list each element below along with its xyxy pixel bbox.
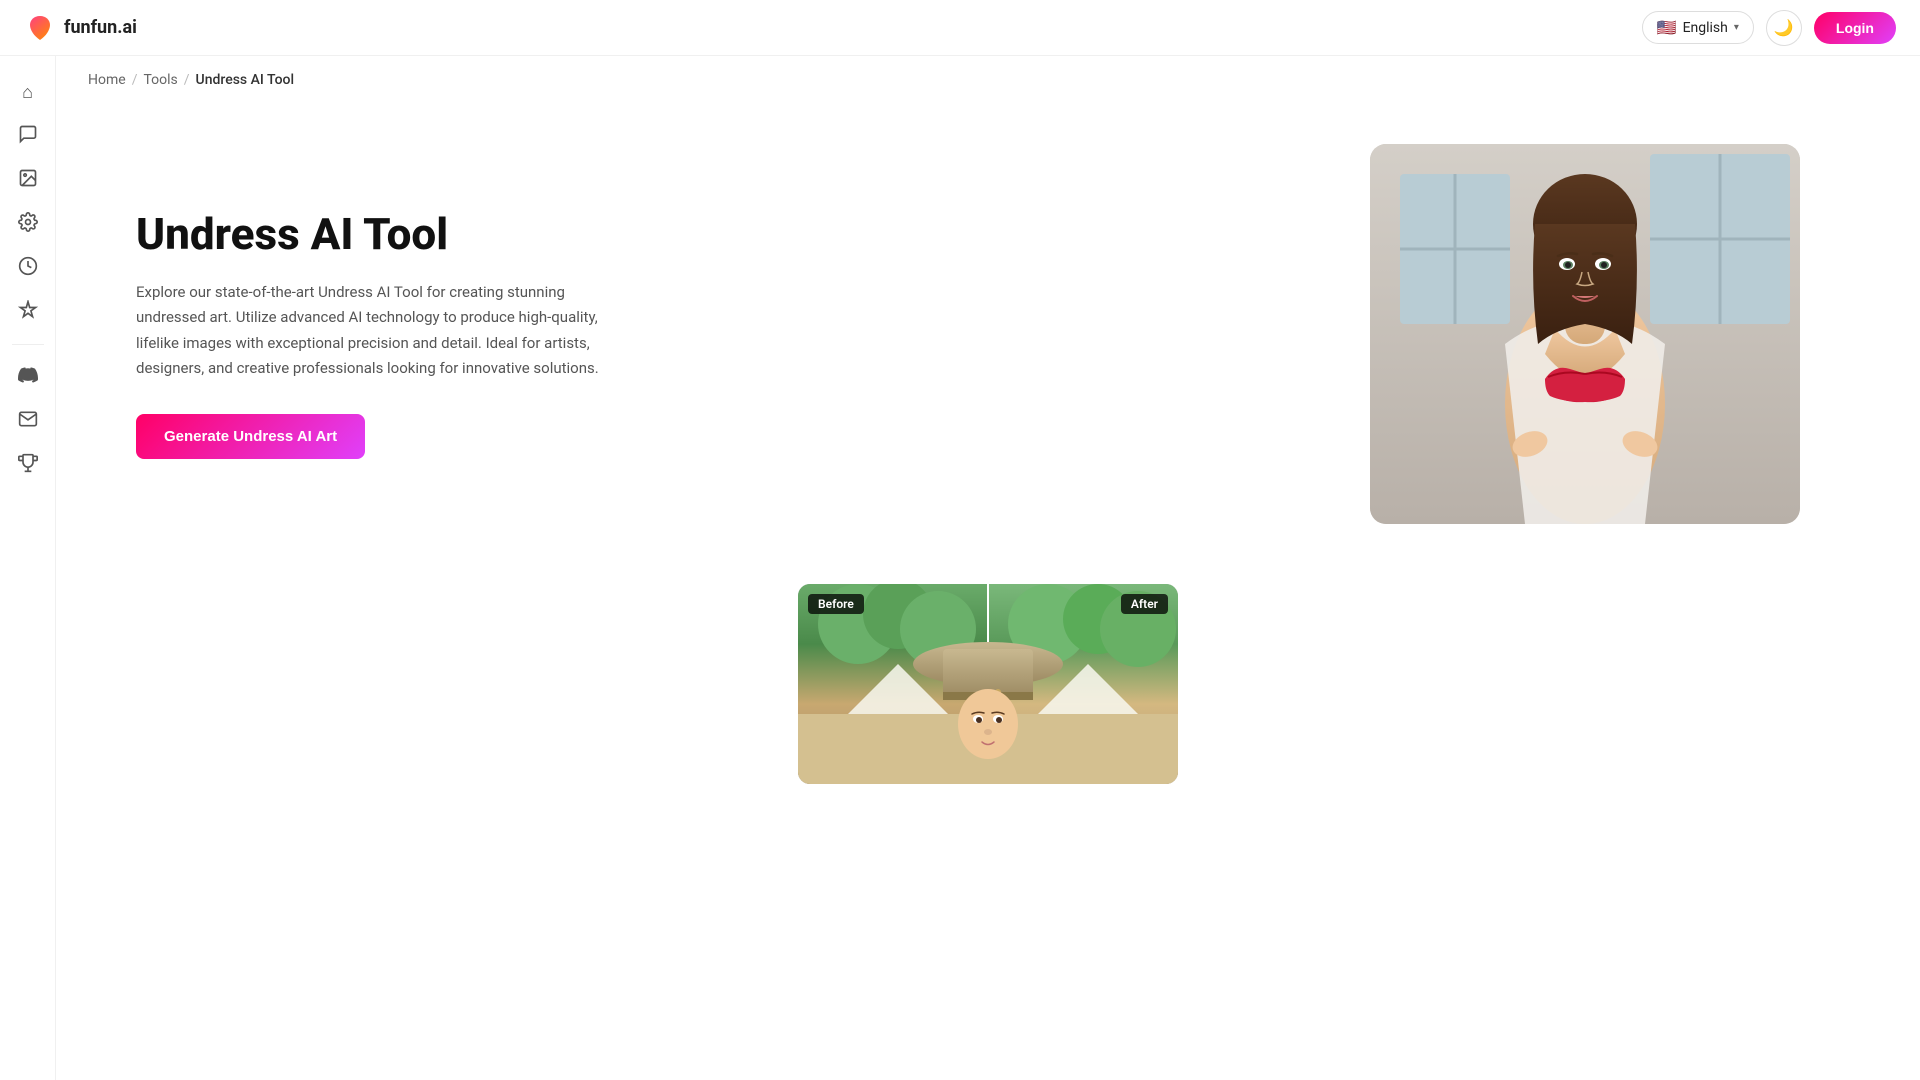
- sidebar-item-home[interactable]: ⌂: [8, 72, 48, 112]
- sidebar-divider: [12, 344, 44, 345]
- home-icon: ⌂: [22, 82, 33, 103]
- brand-name: funfun.ai: [64, 17, 137, 38]
- logo-area[interactable]: funfun.ai: [24, 12, 137, 44]
- hero-section: Undress AI Tool Explore our state-of-the…: [56, 104, 1920, 564]
- flag-icon: 🇺🇸: [1657, 18, 1677, 37]
- layout: ⌂: [0, 56, 1920, 1080]
- theme-toggle-button[interactable]: 🌙: [1766, 10, 1802, 46]
- discord-icon: [18, 365, 38, 390]
- magic-icon: [18, 300, 38, 325]
- before-after-container: Before After: [798, 584, 1178, 784]
- login-button[interactable]: Login: [1814, 12, 1896, 44]
- breadcrumb-home[interactable]: Home: [88, 72, 126, 88]
- lang-label: English: [1683, 20, 1728, 36]
- main-content: Home / Tools / Undress AI Tool Undress A…: [56, 56, 1920, 1080]
- hero-description: Explore our state-of-the-art Undress AI …: [136, 280, 636, 382]
- before-label: Before: [808, 594, 864, 614]
- breadcrumb-sep-2: /: [184, 72, 190, 88]
- sidebar-item-image[interactable]: [8, 160, 48, 200]
- sidebar-item-settings[interactable]: [8, 204, 48, 244]
- chat-icon: [18, 124, 38, 149]
- chevron-down-icon: ▾: [1734, 22, 1739, 33]
- generate-button[interactable]: Generate Undress AI Art: [136, 414, 365, 459]
- language-selector[interactable]: 🇺🇸 English ▾: [1642, 11, 1754, 44]
- mail-icon: [18, 409, 38, 434]
- sidebar-item-discord[interactable]: [8, 357, 48, 397]
- sidebar-item-mail[interactable]: [8, 401, 48, 441]
- trophy-icon: [18, 453, 38, 478]
- hero-text: Undress AI Tool Explore our state-of-the…: [136, 209, 636, 459]
- sidebar-item-magic[interactable]: [8, 292, 48, 332]
- hero-title: Undress AI Tool: [136, 209, 636, 260]
- hero-image: [1370, 144, 1800, 524]
- hero-image-svg: [1370, 144, 1800, 524]
- nav-right: 🇺🇸 English ▾ 🌙 Login: [1642, 10, 1896, 46]
- after-label: After: [1121, 594, 1168, 614]
- breadcrumb: Home / Tools / Undress AI Tool: [56, 56, 1920, 104]
- top-navigation: funfun.ai 🇺🇸 English ▾ 🌙 Login: [0, 0, 1920, 56]
- activity-icon: [18, 256, 38, 281]
- breadcrumb-tools[interactable]: Tools: [143, 72, 177, 88]
- sidebar-item-activity[interactable]: [8, 248, 48, 288]
- breadcrumb-sep-1: /: [132, 72, 138, 88]
- image-icon: [18, 168, 38, 193]
- sidebar: ⌂: [0, 56, 56, 1080]
- breadcrumb-current: Undress AI Tool: [196, 72, 295, 88]
- moon-icon: 🌙: [1774, 18, 1794, 38]
- before-after-section: Before After: [56, 564, 1920, 784]
- sidebar-item-chat[interactable]: [8, 116, 48, 156]
- gear-icon: [18, 212, 38, 237]
- sidebar-item-trophy[interactable]: [8, 445, 48, 485]
- logo-icon: [24, 12, 56, 44]
